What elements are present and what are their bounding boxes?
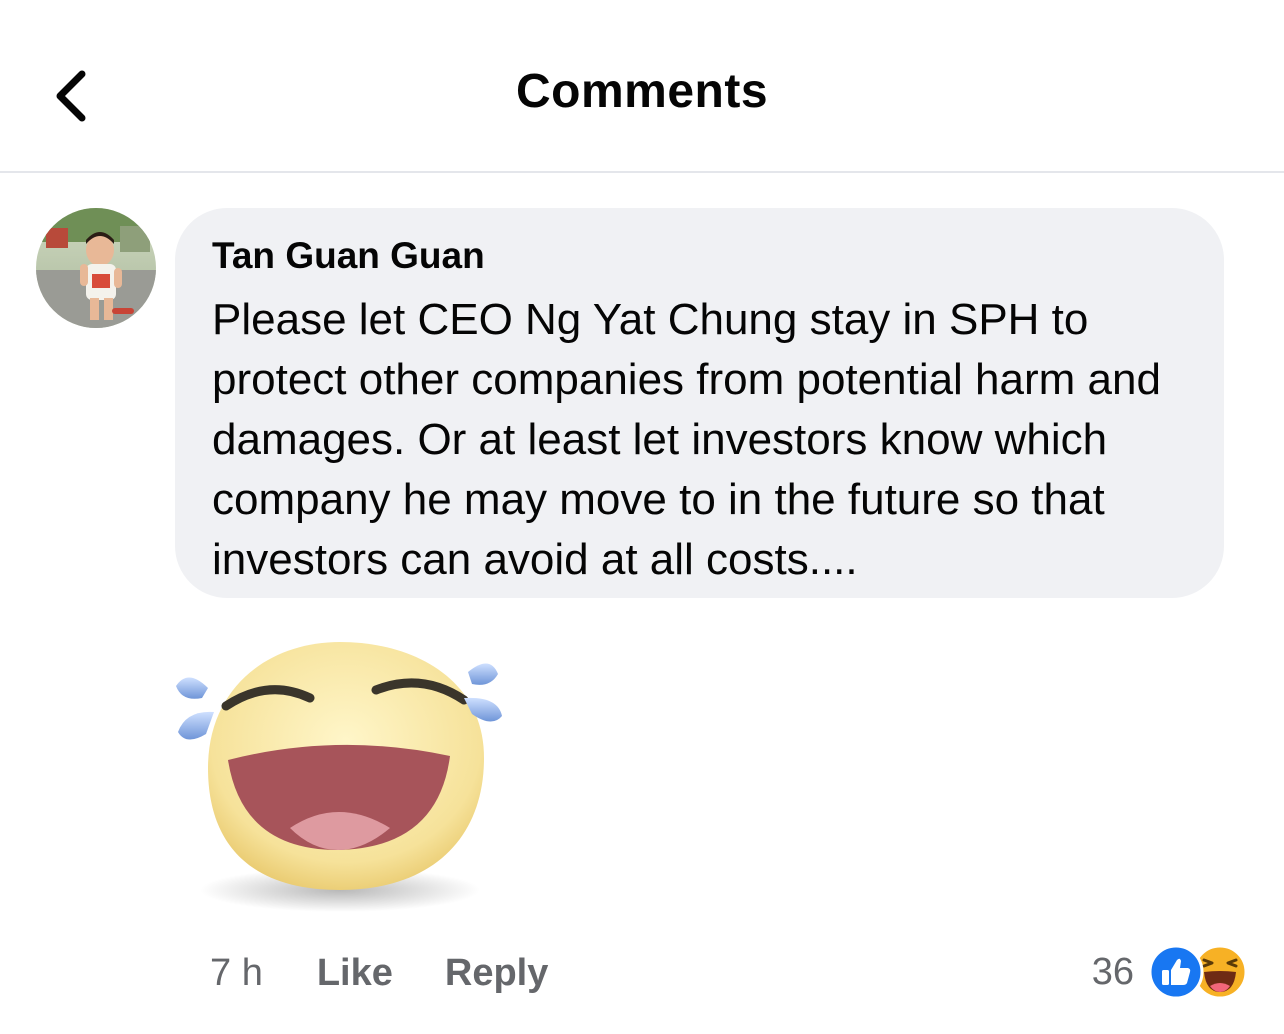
comment-bubble[interactable]: Tan Guan Guan Please let CEO Ng Yat Chun… — [175, 208, 1224, 598]
comment-author[interactable]: Tan Guan Guan — [212, 234, 1194, 278]
avatar[interactable] — [36, 208, 156, 328]
like-button[interactable]: Like — [317, 952, 393, 995]
laughing-crying-face-sticker — [168, 628, 508, 918]
comment-text: Please let CEO Ng Yat Chung stay in SPH … — [212, 295, 1161, 584]
reaction-icons — [1148, 944, 1248, 1000]
reaction-count: 36 — [1091, 950, 1134, 993]
like-reaction-icon — [1148, 944, 1204, 1000]
comment-actions: 7 h Like Reply — [210, 948, 600, 998]
header-bar: Comments — [0, 0, 1284, 173]
page-title: Comments — [515, 65, 769, 118]
reply-button[interactable]: Reply — [445, 952, 548, 995]
comment-timestamp[interactable]: 7 h — [210, 952, 263, 995]
reaction-summary[interactable]: 36 — [1092, 942, 1248, 1002]
